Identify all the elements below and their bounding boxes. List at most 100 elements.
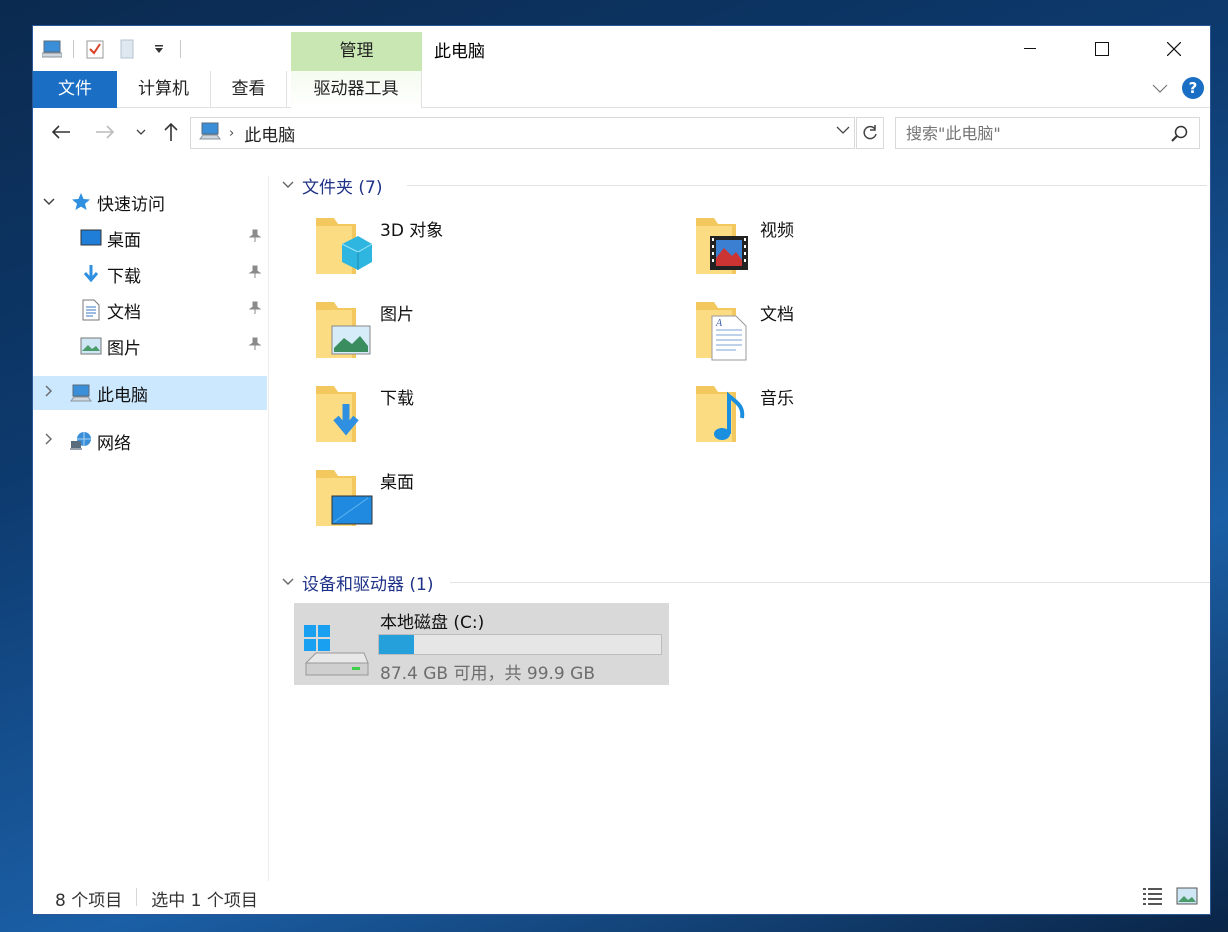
details-view-icon[interactable] — [1142, 886, 1164, 910]
sidebar-item-label: 网络 — [97, 433, 131, 454]
svg-text:A: A — [715, 318, 723, 329]
sidebar-item-network[interactable]: 网络 — [41, 424, 261, 458]
sidebar-item-quick-access[interactable]: 快速访问 — [41, 185, 261, 219]
customize-toolbar-icon[interactable] — [148, 38, 170, 60]
item-count: 8 个项目 — [55, 891, 123, 911]
ribbon-tabs: 文件 计算机 查看 驱动器工具 ? — [33, 71, 1210, 108]
breadcrumb-current[interactable]: 此电脑 — [244, 121, 295, 146]
address-row: › 此电脑 — [33, 112, 1210, 156]
documents-folder-icon: A — [692, 298, 756, 362]
view-switcher — [1142, 886, 1198, 910]
search-box[interactable] — [895, 117, 1200, 149]
folder-label: 桌面 — [380, 473, 414, 493]
new-folder-icon[interactable] — [116, 38, 138, 60]
video-folder-icon — [692, 214, 756, 278]
document-icon — [79, 299, 103, 321]
collapse-icon[interactable] — [282, 178, 294, 192]
forward-button[interactable] — [93, 120, 117, 144]
up-button[interactable] — [159, 120, 183, 144]
status-divider — [136, 888, 138, 906]
drive-usage-fill — [379, 635, 415, 654]
tab-view[interactable]: 查看 — [211, 71, 287, 108]
content-pane: 文件夹 (7) 3D 对象 视频 图片 A 文档 下载 音乐 桌面 设备和驱动器… — [270, 166, 1210, 881]
selected-count: 选中 1 个项目 — [151, 891, 258, 911]
folder-music[interactable]: 音乐 — [688, 382, 1058, 462]
toolbar-divider — [73, 40, 74, 58]
tab-computer[interactable]: 计算机 — [117, 71, 211, 108]
expand-ribbon-icon[interactable] — [1152, 79, 1168, 98]
expand-icon[interactable] — [41, 195, 57, 210]
computer-icon[interactable] — [41, 38, 63, 60]
desktop-folder-icon — [312, 466, 376, 530]
breadcrumb-separator-icon[interactable]: › — [229, 126, 234, 141]
chevron-right-icon[interactable] — [41, 385, 57, 401]
pictures-folder-icon — [312, 298, 376, 362]
sidebar-item-this-pc[interactable]: 此电脑 — [33, 376, 267, 410]
sidebar-item-label: 此电脑 — [97, 385, 148, 406]
sidebar-item-pictures[interactable]: 图片 — [79, 329, 267, 363]
sidebar-item-downloads[interactable]: 下载 — [79, 257, 267, 291]
drive-c[interactable]: 本地磁盘 (C:) 87.4 GB 可用，共 99.9 GB — [294, 603, 669, 685]
chevron-right-icon[interactable] — [41, 433, 57, 449]
minimize-icon — [1024, 47, 1036, 49]
title-bar: 管理 此电脑 — [33, 26, 1210, 71]
folder-label: 音乐 — [760, 389, 794, 409]
address-bar[interactable]: › 此电脑 — [190, 117, 855, 149]
group-header-folders[interactable]: 文件夹 (7) — [282, 173, 1207, 198]
picture-icon — [79, 335, 103, 357]
sidebar-item-label: 下载 — [107, 266, 141, 287]
group-divider — [407, 185, 1207, 186]
folder-desktop[interactable]: 桌面 — [308, 466, 678, 546]
collapse-icon[interactable] — [282, 575, 294, 589]
folder-label: 3D 对象 — [380, 221, 444, 241]
help-icon[interactable]: ? — [1182, 77, 1204, 99]
drive-usage-bar — [378, 634, 662, 655]
back-arrow-icon — [51, 125, 70, 139]
maximize-icon — [1095, 41, 1109, 56]
folder-downloads[interactable]: 下载 — [308, 382, 678, 462]
sidebar-item-documents[interactable]: 文档 — [79, 293, 267, 327]
close-button[interactable] — [1138, 26, 1210, 71]
tab-file[interactable]: 文件 — [33, 71, 117, 108]
large-icons-view-icon[interactable] — [1176, 886, 1198, 910]
folder-label: 文档 — [760, 305, 794, 325]
back-button[interactable] — [49, 120, 73, 144]
refresh-icon — [863, 125, 877, 140]
3d-objects-folder-icon — [312, 214, 376, 278]
folder-documents[interactable]: A 文档 — [688, 298, 1058, 378]
pin-icon[interactable] — [248, 229, 262, 247]
sidebar-item-label: 快速访问 — [97, 194, 165, 215]
address-dropdown-icon[interactable] — [836, 124, 850, 139]
search-input[interactable] — [906, 123, 1156, 143]
maximize-button[interactable] — [1066, 26, 1138, 71]
search-icon[interactable] — [1171, 125, 1189, 147]
network-icon — [69, 430, 93, 452]
pin-icon[interactable] — [248, 301, 262, 319]
explorer-window: 管理 此电脑 文件 计算机 查看 驱动器工具 ? › 此电脑 搜索"此电脑" 快… — [32, 25, 1211, 915]
tab-drive-tools[interactable]: 驱动器工具 — [291, 71, 422, 108]
refresh-button[interactable] — [856, 117, 884, 149]
properties-icon[interactable] — [84, 38, 106, 60]
pin-icon[interactable] — [248, 265, 262, 283]
group-header-devices[interactable]: 设备和驱动器 (1) — [282, 570, 1210, 595]
sidebar-item-label: 桌面 — [107, 230, 141, 251]
status-bar: 8 个项目 选中 1 个项目 — [33, 878, 1210, 914]
up-arrow-icon — [164, 122, 178, 141]
minimize-button[interactable] — [994, 26, 1066, 71]
toolbar-divider — [180, 40, 181, 58]
drive-space-text: 87.4 GB 可用，共 99.9 GB — [380, 664, 595, 684]
computer-icon — [69, 382, 93, 404]
pin-icon[interactable] — [248, 337, 262, 355]
folder-3d-objects[interactable]: 3D 对象 — [308, 214, 678, 294]
group-divider — [450, 582, 1210, 583]
folder-label: 下载 — [380, 389, 414, 409]
group-header-label: 设备和驱动器 (1) — [302, 574, 434, 595]
tab-manage[interactable]: 管理 — [291, 32, 422, 71]
desktop-icon — [79, 227, 103, 249]
group-header-label: 文件夹 (7) — [302, 177, 383, 198]
folder-pictures[interactable]: 图片 — [308, 298, 678, 378]
recent-locations-button[interactable] — [129, 120, 153, 144]
folder-videos[interactable]: 视频 — [688, 214, 1058, 294]
sidebar-item-desktop[interactable]: 桌面 — [79, 221, 267, 255]
hard-drive-icon — [302, 623, 370, 687]
